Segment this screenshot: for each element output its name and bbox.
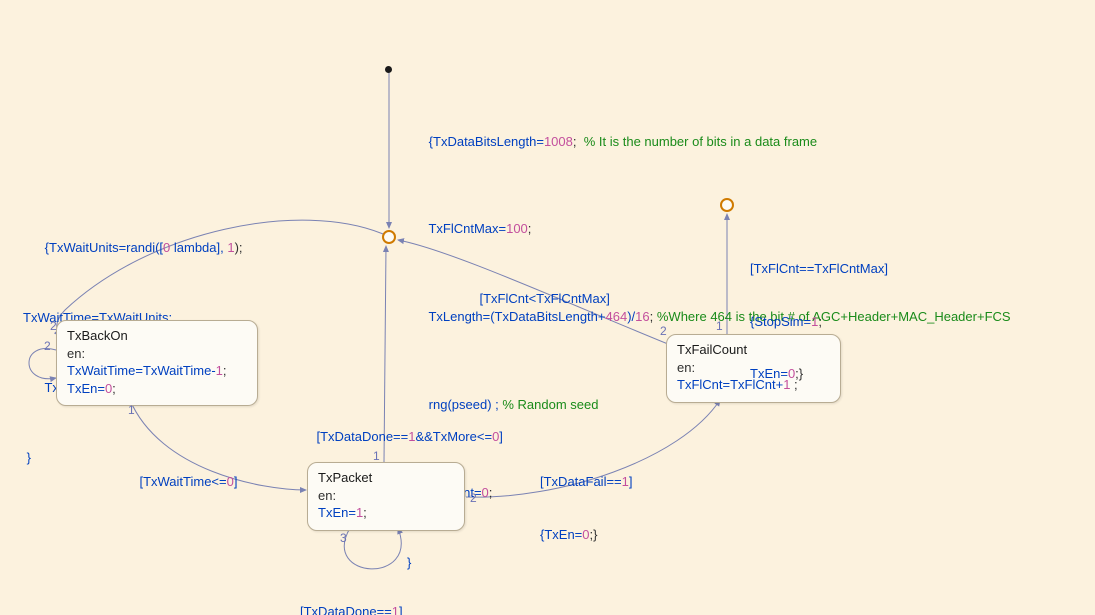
state-txpacket[interactable]: TxPacket en: TxEn=1;	[307, 462, 465, 531]
transition-condition-wait: [TxWaitTime<=0]	[125, 455, 237, 508]
transition-txdatafail: [TxDataFail==1] {TxEn=0;}	[540, 438, 633, 578]
transition-order: 1	[128, 402, 135, 418]
transition-stop: [TxFlCnt==TxFlCntMax] {StopSim=1; TxEn=0…	[750, 225, 888, 418]
transition-order: 2	[470, 490, 477, 506]
transition-order: 3	[340, 530, 347, 546]
transition-self-txpacket: [TxDataDone==1] {TxMore=TxMore-1;}	[300, 568, 420, 615]
transition-order: 2	[44, 338, 51, 354]
transition-condition-done-more: [TxDataDone==1&&TxMore<=0]	[302, 410, 503, 463]
transition-order: 1	[716, 318, 723, 334]
initial-transition-dot	[385, 66, 392, 73]
junction-main[interactable]	[382, 230, 396, 244]
transition-order: 2	[50, 318, 57, 334]
transition-condition-cntlt: [TxFlCnt<TxFlCntMax]	[465, 272, 610, 325]
transition-order: 2	[660, 323, 667, 339]
state-title: TxBackOn	[67, 327, 247, 345]
state-txbackon[interactable]: TxBackOn en: TxWaitTime=TxWaitTime-1; Tx…	[56, 320, 258, 406]
state-title: TxPacket	[318, 469, 454, 487]
stateflow-canvas: {TxDataBitsLength=1008; % It is the numb…	[0, 0, 1095, 615]
